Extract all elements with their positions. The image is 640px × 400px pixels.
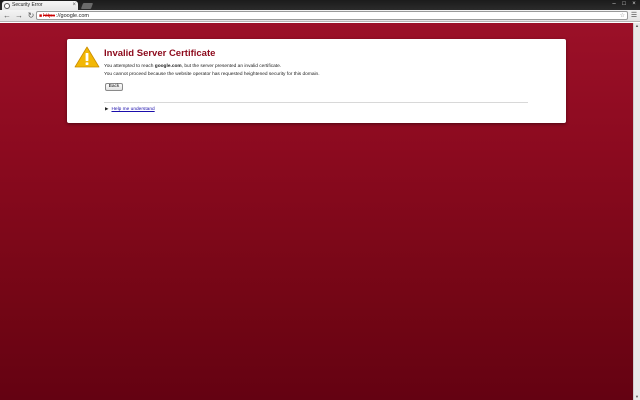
back-button[interactable]: Back [105, 83, 123, 91]
maximize-icon[interactable]: □ [621, 1, 627, 7]
forward-arrow-icon[interactable]: → [14, 11, 24, 21]
error-line-2: You cannot proceed because the website o… [104, 72, 320, 77]
vertical-scrollbar[interactable]: ▲ ▼ [633, 23, 640, 400]
scroll-up-icon[interactable]: ▲ [634, 23, 640, 29]
warning-icon [74, 46, 100, 68]
window-controls: – □ × [611, 1, 637, 7]
security-error-page: Invalid Server Certificate You attempted… [0, 23, 640, 400]
close-window-icon[interactable]: × [631, 1, 637, 7]
divider [104, 102, 528, 103]
broken-lock-icon: ■ [39, 12, 43, 19]
error-line-1: You attempted to reach google.com, but t… [104, 63, 544, 71]
bookmark-star-icon[interactable]: ☆ [620, 12, 625, 20]
globe-icon [4, 2, 10, 9]
line1-host: google.com [154, 64, 182, 69]
url-scheme: https [43, 12, 55, 19]
line1-prefix: You attempted to reach [104, 64, 155, 69]
tab-title: Security Error [12, 2, 43, 8]
minimize-icon[interactable]: – [611, 1, 617, 7]
interstitial-card: Invalid Server Certificate You attempted… [67, 39, 566, 123]
reload-icon[interactable]: ↻ [26, 11, 36, 21]
scroll-down-icon[interactable]: ▼ [634, 394, 640, 400]
error-description: You attempted to reach google.com, but t… [104, 63, 544, 79]
wrench-menu-icon[interactable]: ☰ [630, 11, 638, 21]
help-me-understand-link[interactable]: Help me understand [111, 107, 154, 112]
back-arrow-icon[interactable]: ← [2, 11, 12, 21]
tab-security-error[interactable]: Security Error × [2, 1, 78, 10]
new-tab-button[interactable] [80, 3, 94, 9]
tab-close-icon[interactable]: × [72, 1, 76, 10]
toolbar: ← → ↻ ■ https ://google.com ☆ [0, 10, 640, 22]
expand-triangle-icon[interactable]: ▶ [105, 106, 108, 112]
page-title: Invalid Server Certificate [104, 48, 216, 59]
line1-suffix: , but the server presented an invalid ce… [181, 64, 282, 69]
tab-strip: Security Error × – □ × [0, 0, 640, 10]
url-host: ://google.com [55, 12, 89, 19]
address-bar[interactable]: ■ https ://google.com ☆ [36, 11, 628, 20]
help-section[interactable]: ▶ Help me understand [105, 106, 155, 112]
